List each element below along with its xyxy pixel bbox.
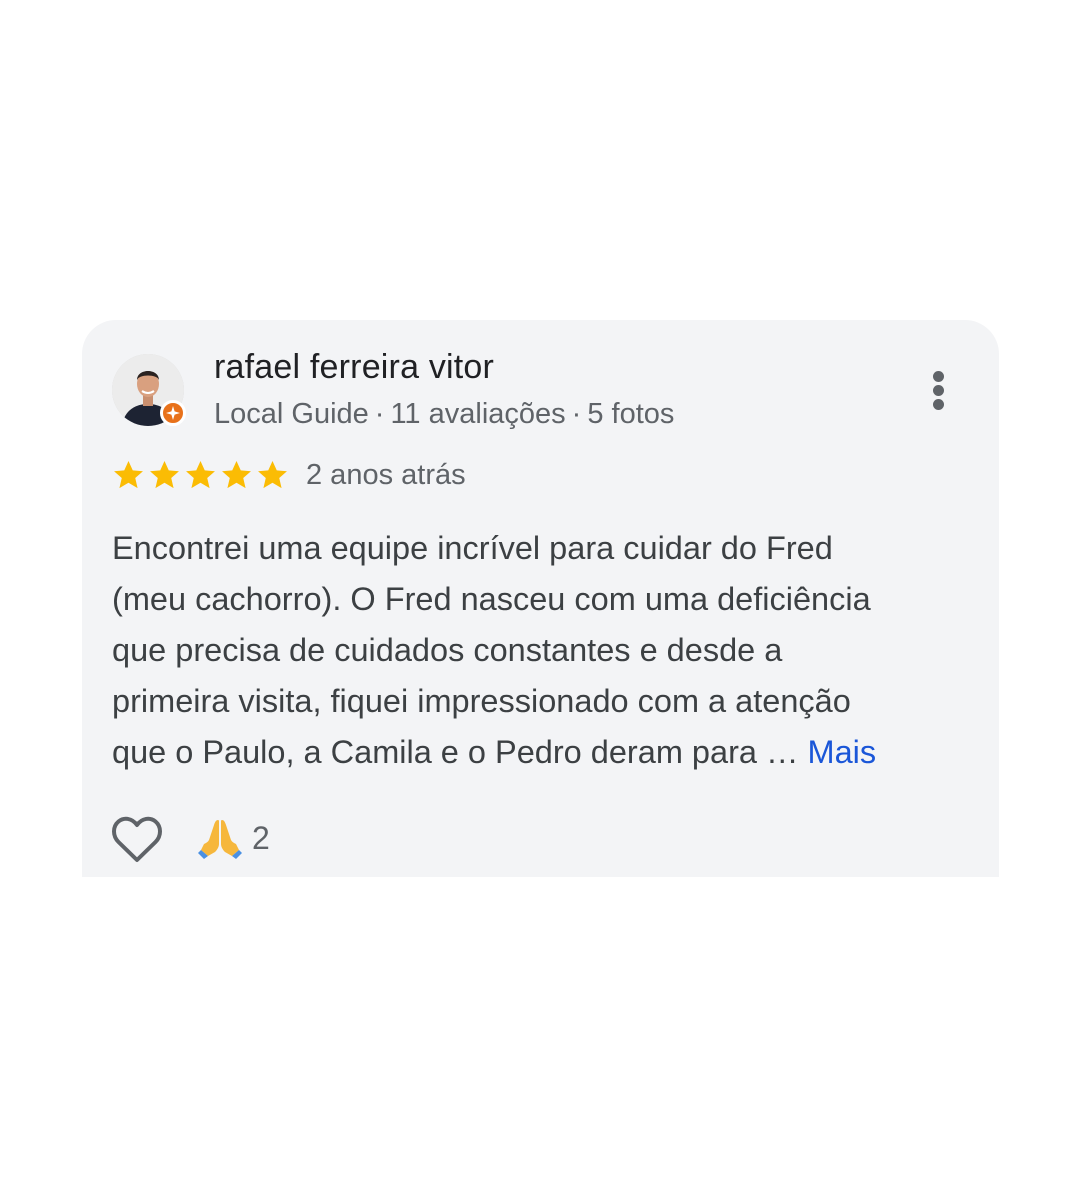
review-text-line: que o Paulo, a Camila e o Pedro deram pa… bbox=[112, 734, 808, 770]
author-avatar[interactable] bbox=[112, 354, 186, 426]
author-meta: Local Guide · 11 avaliações · 5 fotos bbox=[214, 398, 674, 431]
star-icon bbox=[114, 460, 143, 489]
star-rating bbox=[112, 458, 289, 492]
reaction-button[interactable]: 2 bbox=[198, 813, 270, 863]
more-vert-icon[interactable] bbox=[920, 366, 956, 414]
star-icon bbox=[186, 460, 215, 489]
author-reviews-count: 11 avaliações bbox=[390, 398, 566, 430]
heart-outline-icon[interactable] bbox=[110, 814, 164, 864]
review-text-line: primeira visita, fiquei impressionado co… bbox=[112, 683, 851, 719]
star-icon bbox=[150, 460, 179, 489]
review-time: 2 anos atrás bbox=[306, 459, 466, 491]
star-icon bbox=[258, 460, 287, 489]
reaction-count: 2 bbox=[252, 819, 270, 856]
review-text-line: Encontrei uma equipe incrível para cuida… bbox=[112, 530, 833, 566]
author-level: Local Guide bbox=[214, 398, 369, 430]
star-icon bbox=[222, 460, 251, 489]
review-text: Encontrei uma equipe incrível para cuida… bbox=[112, 523, 972, 778]
local-guide-badge-icon bbox=[160, 400, 186, 426]
meta-separator: · bbox=[374, 398, 385, 430]
review-text-line: (meu cachorro). O Fred nasceu com uma de… bbox=[112, 581, 871, 617]
folded-hands-emoji bbox=[198, 820, 242, 859]
more-link[interactable]: Mais bbox=[808, 734, 877, 770]
menu-dot bbox=[933, 399, 944, 410]
menu-dot bbox=[933, 385, 944, 396]
author-photos-count: 5 fotos bbox=[587, 398, 675, 430]
review-card: rafael ferreira vitor Local Guide · 11 ava… bbox=[82, 320, 999, 877]
review-text-line-last: que o Paulo, a Camila e o Pedro deram pa… bbox=[112, 727, 972, 778]
author-name[interactable]: rafael ferreira vitor bbox=[214, 348, 494, 387]
meta-separator: · bbox=[571, 398, 582, 430]
review-text-line: que precisa de cuidados constantes e des… bbox=[112, 632, 783, 668]
menu-dot bbox=[933, 371, 944, 382]
